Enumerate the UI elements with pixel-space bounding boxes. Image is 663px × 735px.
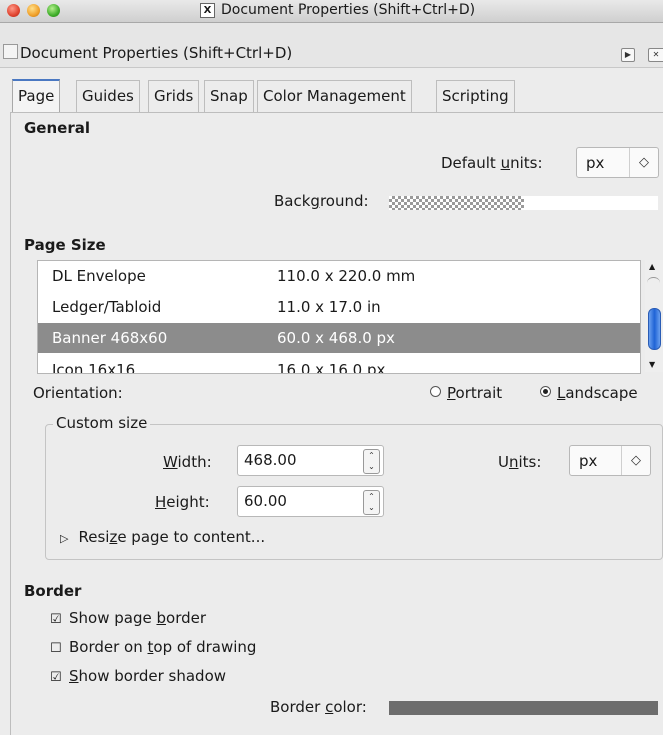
units-value: px bbox=[579, 452, 598, 470]
tab-scripting[interactable]: Scripting bbox=[436, 80, 515, 112]
checkbox-unchecked-icon: ☐ bbox=[50, 641, 62, 656]
resize-to-content-expander[interactable]: ▷ Resize page to content... bbox=[60, 528, 265, 546]
window-title-bar: X Document Properties (Shift+Ctrl+D) bbox=[0, 0, 663, 23]
dock-close-icon[interactable]: ✕ bbox=[648, 48, 663, 62]
scroll-down-icon[interactable]: ▼ bbox=[649, 360, 655, 369]
background-color-fill bbox=[524, 196, 658, 210]
tab-grids[interactable]: Grids bbox=[148, 80, 200, 112]
page-size-scrollbar[interactable]: ▲ ▼ bbox=[645, 260, 663, 372]
show-page-border-checkbox[interactable]: ☑ Show page border bbox=[50, 609, 206, 627]
width-stepper-icon[interactable]: ⌃ ⌄ bbox=[363, 449, 380, 474]
background-label: Background: bbox=[274, 192, 369, 210]
border-on-top-checkbox[interactable]: ☐ Border on top of drawing bbox=[50, 638, 256, 656]
units-label: Units: bbox=[498, 453, 542, 471]
width-value: 468.00 bbox=[244, 451, 297, 469]
radio-on-icon bbox=[540, 386, 551, 397]
dock-title-text: Document Properties (Shift+Ctrl+D) bbox=[20, 44, 293, 62]
background-color-swatch[interactable] bbox=[389, 196, 658, 210]
default-units-label: Default units: bbox=[441, 154, 543, 172]
orientation-label: Orientation: bbox=[33, 384, 123, 402]
custom-size-legend: Custom size bbox=[53, 414, 151, 432]
border-color-swatch[interactable] bbox=[389, 701, 658, 715]
close-window-button[interactable] bbox=[7, 4, 20, 17]
window-title: X Document Properties (Shift+Ctrl+D) bbox=[200, 2, 475, 18]
zoom-window-button[interactable] bbox=[47, 4, 60, 17]
list-item-selected[interactable]: Banner 468x60 60.0 x 468.0 px bbox=[38, 323, 640, 353]
units-select[interactable]: px ◇ bbox=[569, 445, 651, 476]
height-input[interactable]: 60.00 ⌃ ⌄ bbox=[237, 486, 384, 517]
tab-snap[interactable]: Snap bbox=[204, 80, 254, 112]
dock-iconify-icon[interactable]: ▶ bbox=[621, 48, 635, 62]
page-size-heading: Page Size bbox=[24, 236, 106, 254]
checkbox-checked-icon: ☑ bbox=[50, 612, 62, 627]
scroll-track-cap bbox=[647, 277, 660, 290]
general-heading: General bbox=[24, 119, 90, 137]
checkerboard-pattern bbox=[389, 196, 524, 210]
x11-icon: X bbox=[200, 2, 215, 18]
updown-chevron-icon: ◇ bbox=[621, 446, 650, 475]
window-title-text: Document Properties (Shift+Ctrl+D) bbox=[221, 2, 476, 18]
list-item[interactable]: DL Envelope 110.0 x 220.0 mm bbox=[38, 261, 640, 291]
checkbox-checked-icon: ☑ bbox=[50, 670, 62, 685]
scroll-thumb[interactable] bbox=[648, 308, 661, 350]
list-item[interactable]: Ledger/Tabloid 11.0 x 17.0 in bbox=[38, 292, 640, 322]
list-item[interactable]: Icon 16x16 16.0 x 16.0 px bbox=[38, 355, 640, 373]
page-size-list[interactable]: DL Envelope 110.0 x 220.0 mm Ledger/Tablo… bbox=[37, 260, 641, 374]
tab-guides[interactable]: Guides bbox=[76, 80, 140, 112]
portrait-radio[interactable]: Portrait bbox=[430, 384, 502, 402]
landscape-radio[interactable]: Landscape bbox=[540, 384, 638, 402]
tab-color-management[interactable]: Color Management bbox=[257, 80, 412, 112]
height-value: 60.00 bbox=[244, 492, 287, 510]
border-heading: Border bbox=[24, 582, 82, 600]
updown-chevron-icon: ◇ bbox=[629, 148, 658, 177]
tab-page[interactable]: Page bbox=[12, 79, 61, 114]
border-color-label: Border color: bbox=[270, 698, 367, 716]
document-properties-icon bbox=[3, 44, 18, 59]
dock-header: Document Properties (Shift+Ctrl+D) ▶ ✕ bbox=[0, 23, 663, 68]
width-label: Width: bbox=[163, 453, 212, 471]
minimize-window-button[interactable] bbox=[27, 4, 40, 17]
height-stepper-icon[interactable]: ⌃ ⌄ bbox=[363, 490, 380, 515]
show-border-shadow-checkbox[interactable]: ☑ Show border shadow bbox=[50, 667, 226, 685]
default-units-value: px bbox=[586, 154, 605, 172]
dock-title: Document Properties (Shift+Ctrl+D) bbox=[3, 44, 292, 62]
width-input[interactable]: 468.00 ⌃ ⌄ bbox=[237, 445, 384, 476]
expander-triangle-icon: ▷ bbox=[60, 532, 69, 545]
default-units-select[interactable]: px ◇ bbox=[576, 147, 659, 178]
scroll-up-icon[interactable]: ▲ bbox=[649, 262, 655, 271]
radio-off-icon bbox=[430, 386, 441, 397]
height-label: Height: bbox=[155, 493, 210, 511]
